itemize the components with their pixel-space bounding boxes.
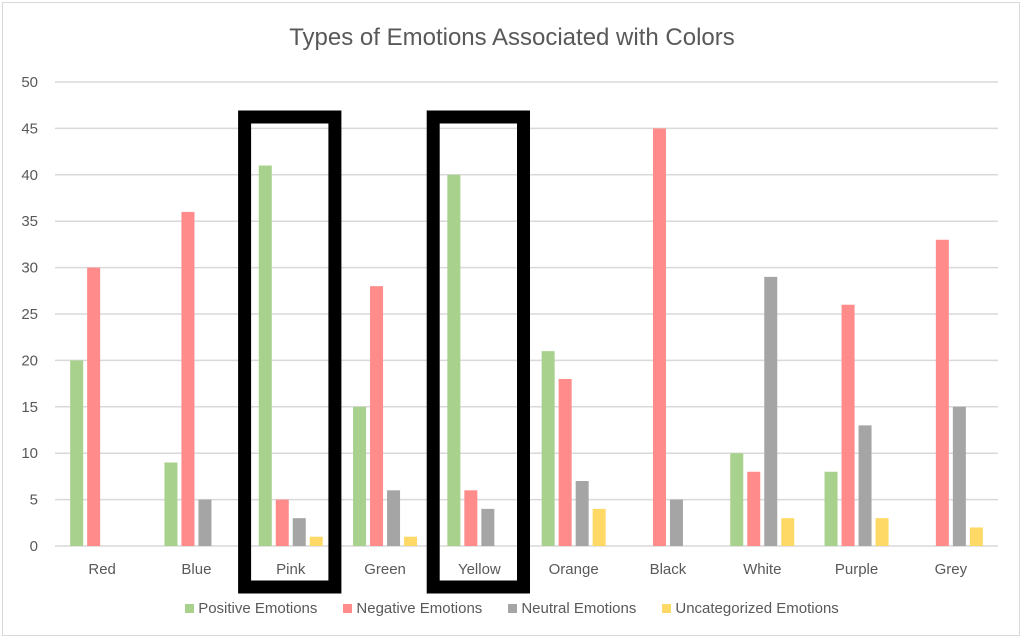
y-tick-label: 50 bbox=[21, 74, 38, 91]
bar-orange-positive bbox=[541, 351, 555, 546]
x-tick-label: Black bbox=[650, 561, 687, 578]
bar-red-negative bbox=[87, 267, 101, 546]
bar-green-neutral bbox=[387, 490, 401, 546]
bar-green-uncategorized bbox=[404, 536, 418, 546]
legend-swatch bbox=[508, 604, 518, 613]
bar-orange-neutral bbox=[575, 481, 589, 546]
bar-pink-positive bbox=[258, 165, 272, 546]
legend-item: Positive Emotions bbox=[185, 600, 317, 617]
x-tick-label: Yellow bbox=[458, 561, 501, 578]
legend-item: Uncategorized Emotions bbox=[662, 600, 839, 617]
legend-label: Negative Emotions bbox=[356, 600, 483, 617]
x-tick-label: Red bbox=[88, 561, 116, 578]
bar-blue-positive bbox=[164, 462, 178, 546]
legend-swatch bbox=[185, 604, 195, 613]
y-tick-label: 0 bbox=[30, 538, 38, 555]
bar-black-negative bbox=[652, 128, 666, 546]
bar-white-neutral bbox=[764, 276, 778, 546]
y-tick-label: 15 bbox=[21, 399, 38, 416]
y-tick-label: 40 bbox=[21, 167, 38, 184]
y-tick-label: 10 bbox=[21, 445, 38, 462]
x-tick-label: White bbox=[743, 561, 781, 578]
y-tick-label: 25 bbox=[21, 306, 38, 323]
bar-white-positive bbox=[730, 453, 744, 546]
bar-orange-uncategorized bbox=[592, 508, 606, 546]
bar-grey-uncategorized bbox=[969, 527, 983, 546]
y-tick-label: 35 bbox=[21, 213, 38, 230]
highlight-box-yellow bbox=[426, 110, 531, 594]
x-tick-label: Pink bbox=[276, 561, 306, 578]
x-tick-label: Green bbox=[364, 561, 406, 578]
bar-pink-negative bbox=[275, 499, 289, 546]
highlight-box-pink bbox=[238, 110, 342, 594]
bar-purple-positive bbox=[824, 471, 838, 546]
bar-black-neutral bbox=[669, 499, 683, 546]
bar-pink-neutral bbox=[292, 518, 306, 546]
legend-swatch bbox=[343, 604, 353, 613]
bar-chart: 0 5 10 15 20 25 30 35 40 45 50 Red Blue Pink Green Yell… bbox=[21, 74, 998, 594]
legend-label: Positive Emotions bbox=[198, 600, 318, 617]
bar-green-negative bbox=[370, 286, 384, 546]
x-tick-label: Purple bbox=[835, 561, 878, 578]
x-tick-label: Blue bbox=[181, 561, 211, 578]
bar-blue-negative bbox=[181, 211, 195, 547]
bar-purple-negative bbox=[841, 304, 855, 546]
bar-white-negative bbox=[747, 471, 761, 546]
bar-white-uncategorized bbox=[781, 518, 795, 546]
x-tick-label: Orange bbox=[549, 561, 599, 578]
y-tick-label: 5 bbox=[30, 492, 38, 509]
bar-purple-uncategorized bbox=[875, 518, 889, 546]
legend-item: Negative Emotions bbox=[343, 600, 482, 617]
bar-red-positive bbox=[70, 360, 84, 546]
legend-label: Neutral Emotions bbox=[521, 600, 637, 617]
bar-grey-negative bbox=[935, 239, 949, 546]
bar-yellow-negative bbox=[464, 490, 478, 546]
legend-swatch bbox=[662, 604, 672, 613]
bar-yellow-neutral bbox=[481, 508, 495, 546]
legend: Positive Emotions Negative Emotions Neutra… bbox=[0, 600, 1024, 617]
y-tick-label: 30 bbox=[21, 260, 38, 277]
legend-label: Uncategorized Emotions bbox=[675, 600, 839, 617]
bar-yellow-positive bbox=[447, 174, 461, 547]
bar-blue-neutral bbox=[198, 499, 212, 546]
x-tick-label: Grey bbox=[935, 561, 968, 578]
bar-orange-negative bbox=[558, 378, 572, 546]
bar-purple-neutral bbox=[858, 425, 872, 546]
bar-grey-neutral bbox=[952, 406, 966, 546]
y-tick-label: 45 bbox=[21, 120, 38, 137]
bar-pink-uncategorized bbox=[309, 536, 323, 546]
bar-green-positive bbox=[353, 406, 367, 546]
legend-item: Neutral Emotions bbox=[508, 600, 636, 617]
y-tick-label: 20 bbox=[21, 352, 38, 369]
